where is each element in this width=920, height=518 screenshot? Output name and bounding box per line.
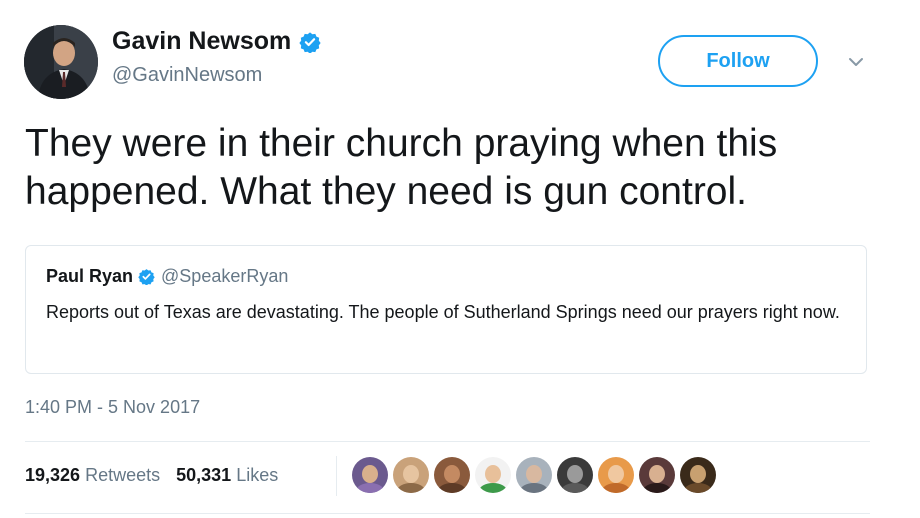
- liker-avatar[interactable]: [557, 457, 593, 493]
- author-handle[interactable]: @GavinNewsom: [112, 64, 262, 87]
- liker-body: [643, 483, 671, 493]
- divider-bottom: [25, 513, 870, 514]
- liker-body: [561, 483, 589, 493]
- liker-face: [649, 465, 665, 483]
- likes-stat[interactable]: 50,331 Likes: [176, 465, 278, 486]
- liker-face: [690, 465, 706, 483]
- liker-face: [485, 465, 501, 483]
- author-name[interactable]: Gavin Newsom: [112, 27, 321, 56]
- chevron-down-icon[interactable]: [846, 52, 866, 72]
- likers-avatars: [352, 457, 721, 493]
- author-avatar[interactable]: [24, 25, 98, 99]
- liker-body: [438, 483, 466, 493]
- liker-body: [356, 483, 384, 493]
- liker-avatar[interactable]: [680, 457, 716, 493]
- liker-body: [397, 483, 425, 493]
- liker-avatar[interactable]: [393, 457, 429, 493]
- liker-face: [403, 465, 419, 483]
- likes-label: Likes: [236, 465, 279, 485]
- liker-body: [602, 483, 630, 493]
- liker-avatar[interactable]: [352, 457, 388, 493]
- verified-badge-icon: [138, 269, 155, 285]
- liker-avatar[interactable]: [598, 457, 634, 493]
- liker-body: [684, 483, 712, 493]
- liker-avatar[interactable]: [475, 457, 511, 493]
- liker-avatar[interactable]: [639, 457, 675, 493]
- retweets-count: 19,326: [25, 465, 81, 485]
- stats-separator: [336, 456, 337, 496]
- retweets-label: Retweets: [85, 465, 161, 485]
- follow-button[interactable]: Follow: [658, 35, 818, 87]
- verified-badge-icon: [299, 31, 321, 53]
- liker-avatar[interactable]: [516, 457, 552, 493]
- quoted-tweet-header: Paul Ryan @SpeakerRyan: [46, 266, 288, 287]
- liker-face: [444, 465, 460, 483]
- quoted-tweet-text: Reports out of Texas are devastating. Th…: [46, 302, 840, 322]
- tweet-card: Gavin Newsom @GavinNewsom Follow They we…: [0, 0, 920, 518]
- person-in-suit-avatar-icon: [24, 25, 98, 99]
- tweet-timestamp[interactable]: 1:40 PM - 5 Nov 2017: [25, 397, 200, 418]
- divider-top: [25, 441, 870, 442]
- liker-face: [608, 465, 624, 483]
- retweets-stat[interactable]: 19,326 Retweets: [25, 465, 160, 486]
- likes-count: 50,331: [176, 465, 232, 485]
- liker-body: [520, 483, 548, 493]
- quoted-author-handle: @SpeakerRyan: [161, 266, 289, 286]
- author-name-text[interactable]: Gavin Newsom: [112, 27, 291, 56]
- tweet-stats: 19,326 Retweets 50,331 Likes: [25, 465, 294, 486]
- liker-face: [567, 465, 583, 483]
- liker-face: [526, 465, 542, 483]
- tweet-text: They were in their church praying when t…: [25, 122, 778, 213]
- quoted-author-name: Paul Ryan: [46, 266, 134, 286]
- liker-body: [479, 483, 507, 493]
- liker-avatar[interactable]: [434, 457, 470, 493]
- quoted-tweet[interactable]: Paul Ryan @SpeakerRyan Reports out of Te…: [25, 245, 867, 374]
- liker-face: [362, 465, 378, 483]
